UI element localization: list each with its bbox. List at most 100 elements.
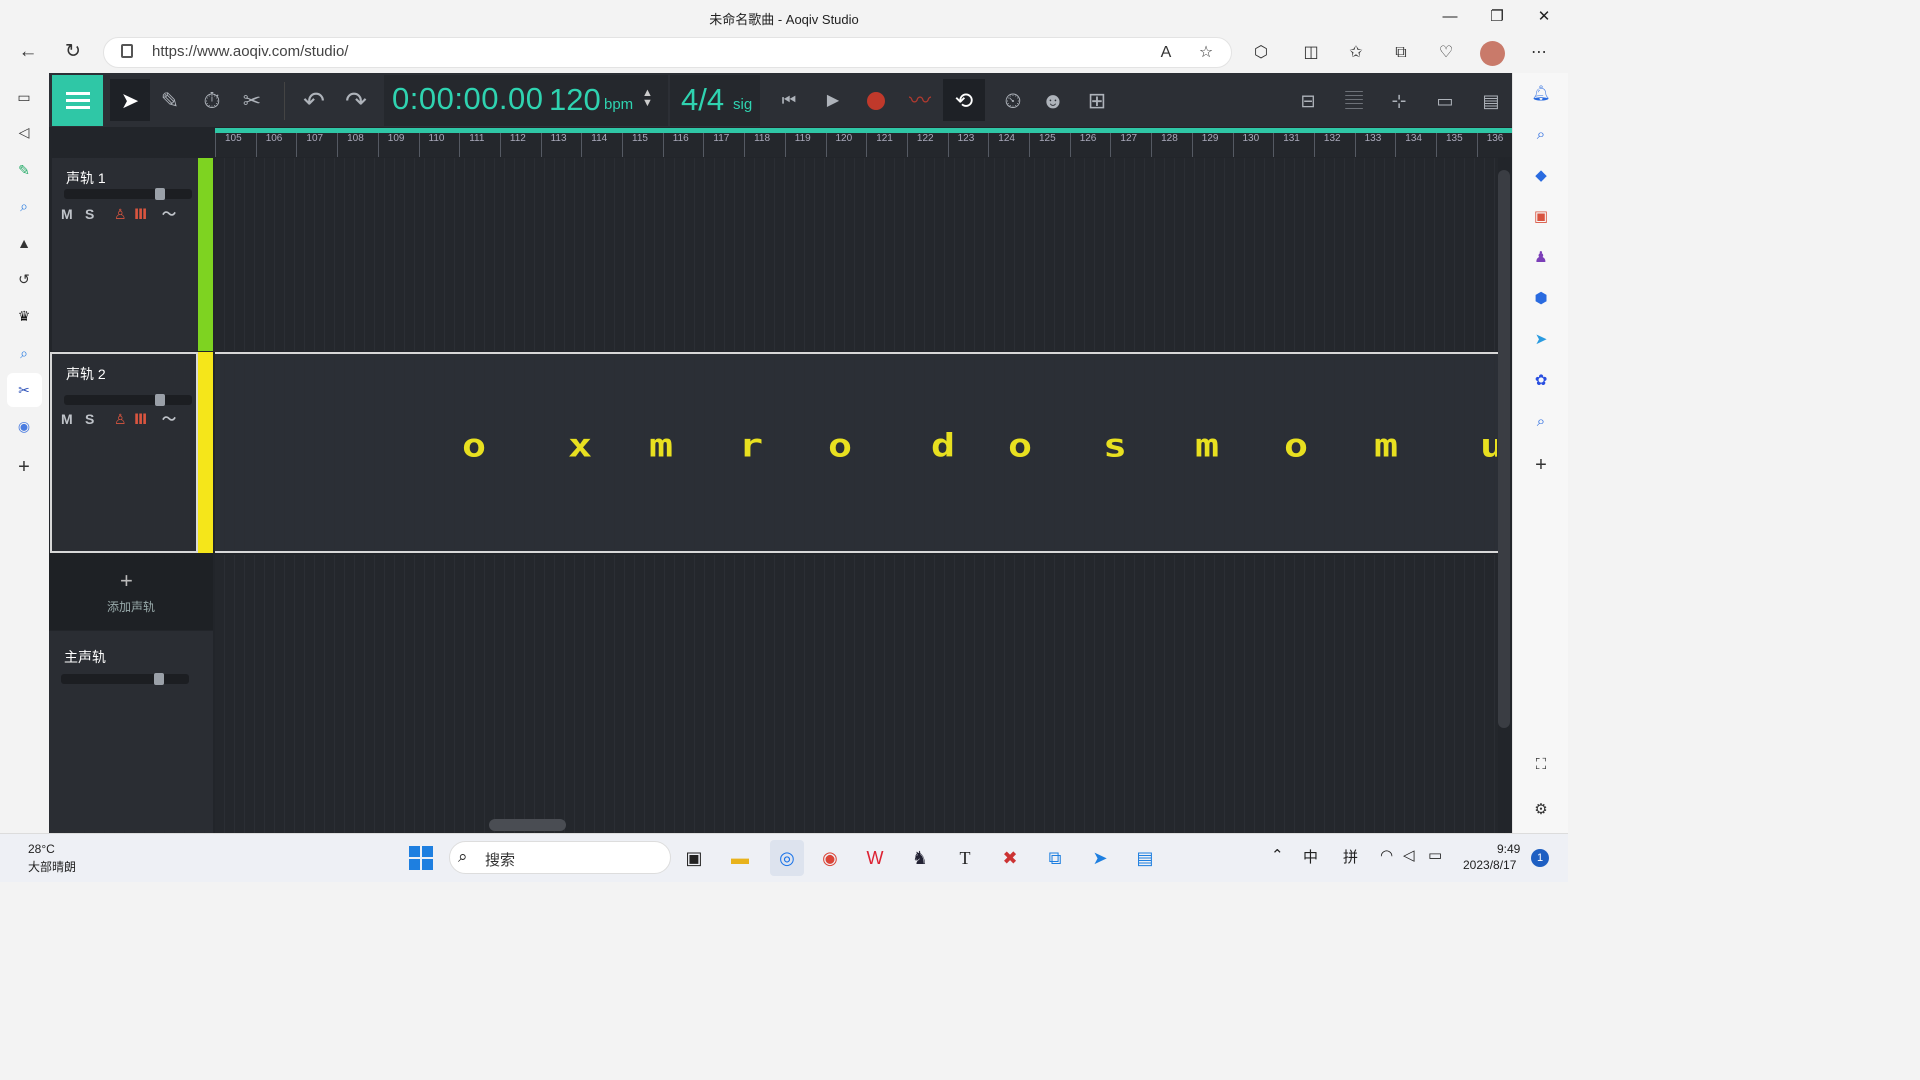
trash-icon[interactable]: ▤ [1474,84,1508,118]
collections-icon[interactable]: ⧉ [1386,38,1416,68]
extensions-icon[interactable]: ⬡ [1246,38,1276,68]
automation-icon[interactable]: 〰 [903,84,937,118]
taskbar-search-placeholder[interactable]: 搜索 [485,849,515,870]
edge-browser-icon[interactable]: ◎ [772,843,802,873]
voice-icon[interactable]: ☻ [1036,84,1070,118]
office-icon[interactable]: ⬢ [1527,285,1555,313]
undo-icon[interactable]: ↶ [297,84,331,118]
note-glyph[interactable]: u [1480,430,1497,462]
track-lane[interactable] [215,158,1498,351]
note-glyph[interactable]: m [1374,430,1398,462]
note-glyph[interactable]: o [828,430,852,462]
snap-icon[interactable]: ⊹ [1382,84,1416,118]
search-icon[interactable]: ⌕ [10,192,38,220]
ime-mode[interactable]: 拼 [1343,846,1358,867]
refresh-icon[interactable]: ↻ [58,37,88,67]
note-glyph[interactable]: d [931,430,955,462]
app-icon[interactable]: ➤ [1085,843,1115,873]
search-icon[interactable]: ⌕ [10,339,38,367]
piano-icon[interactable]: Ⅲ [134,411,147,428]
note-glyph[interactable]: m [1195,430,1219,462]
mixer-icon[interactable]: ⊞ [1080,84,1114,118]
tab-actions-icon[interactable]: ▭ [10,83,38,111]
app-icon[interactable]: ⧉ [1040,843,1070,873]
shopping-tag-icon[interactable]: ◆ [1527,162,1555,190]
master-volume-slider[interactable] [61,673,189,685]
automation-curve-icon[interactable]: 〜 [162,409,176,429]
bpm-value[interactable]: 120 [549,82,601,118]
read-aloud-icon[interactable]: A [1151,38,1181,68]
sidebar-app-icon[interactable]: ▲ [10,229,38,257]
pointer-tool-icon[interactable]: ➤ [113,84,147,118]
note-glyph[interactable]: s [1103,430,1127,462]
sidebar-app-icon[interactable]: ♛ [10,302,38,330]
pencil-tool-icon[interactable]: ✎ [153,84,187,118]
redo-icon[interactable]: ↷ [339,84,373,118]
split-screen-icon[interactable]: ◫ [1296,38,1326,68]
aoqiv-studio-icon[interactable]: ✂ [10,376,38,404]
skip-to-start-icon[interactable]: ⏮ [772,84,806,118]
weather-description[interactable]: 大部晴朗 [28,858,76,875]
note-glyph[interactable]: o [462,430,486,462]
microphone-icon[interactable]: ♙ [114,206,127,223]
games-icon[interactable]: ♟ [1527,244,1555,272]
weather-temperature[interactable]: 28°C [28,842,55,856]
speaker-icon[interactable]: ◁ [10,118,38,146]
loop-icon[interactable]: ⟲ [947,84,981,118]
track-header[interactable]: 声轨 1 M S ♙ Ⅲ 〜 [52,158,198,351]
note-glyph[interactable]: m [649,430,673,462]
favorites-icon[interactable]: ✩ [1341,38,1371,68]
record-icon[interactable] [867,92,885,110]
search-icon[interactable]: ⌕ [1527,408,1555,436]
sidebar-app-icon[interactable]: ◉ [10,412,38,440]
scissors-tool-icon[interactable]: ✂ [235,84,269,118]
more-menu-icon[interactable]: ⋯ [1524,38,1554,68]
add-instrument-icon[interactable]: ▭ [1428,84,1462,118]
close-button[interactable]: ✕ [1533,6,1555,28]
wps-icon[interactable]: W [860,843,890,873]
task-view-icon[interactable]: ▣ [679,843,709,873]
microphone-icon[interactable]: ♙ [114,411,127,428]
favorite-star-icon[interactable]: ☆ [1191,38,1221,68]
volume-slider[interactable] [64,394,192,406]
volume-icon[interactable]: ◁ [1403,846,1415,864]
performance-icon[interactable]: ♡ [1431,38,1461,68]
automation-curve-icon[interactable]: 〜 [162,204,176,224]
toolbox-icon[interactable]: ▣ [1527,203,1555,231]
timeline-ruler[interactable]: 105 106 107 108 109 110 111 112 113 114 115 116 117 1… [215,133,1512,157]
volume-slider[interactable] [64,188,192,200]
send-icon[interactable]: ➤ [1527,326,1555,354]
app-icon[interactable]: ✖ [995,843,1025,873]
add-track-label[interactable]: 添加声轨 [107,598,155,615]
maximize-button[interactable]: ❐ [1486,6,1508,28]
note-glyph[interactable]: r [739,430,763,462]
play-icon[interactable]: ▶ [816,84,850,118]
volume-knob[interactable] [155,394,165,406]
track-name[interactable]: 声轨 2 [66,364,106,384]
note-clips[interactable]: oxmrodosmomu [462,428,1497,464]
chrome-icon[interactable]: ◉ [815,843,845,873]
battery-icon[interactable]: ▭ [1428,846,1442,864]
note-glyph[interactable]: x [568,430,592,462]
timer-tool-icon[interactable]: ⏱ [195,84,229,118]
time-signature-value[interactable]: 4/4 [681,82,724,118]
master-track-header[interactable]: 主声轨 [49,631,213,833]
tray-chevron-icon[interactable]: ⌃ [1271,846,1284,864]
settings-gear-icon[interactable]: ⚙ [1527,796,1555,824]
panel-icon[interactable]: ⊟ [1291,84,1325,118]
baidu-icon[interactable]: ✿ [1527,367,1555,395]
taskbar-search[interactable] [449,841,671,874]
clock-date[interactable]: 2023/8/17 [1463,858,1516,872]
piano-icon[interactable]: Ⅲ [134,206,147,223]
mute-button[interactable]: M [61,411,73,427]
screenshot-icon[interactable]: ⛶ [1527,751,1555,779]
ime-language[interactable]: 中 [1303,846,1318,867]
add-track-icon[interactable]: + [120,568,133,594]
notepad-icon[interactable]: ▤ [1130,843,1160,873]
minimize-button[interactable]: — [1439,6,1461,28]
mute-button[interactable]: M [61,206,73,222]
piano-roll-icon[interactable]: 𝄚 [1337,84,1371,118]
vertical-scrollbar[interactable] [1498,170,1510,728]
profile-avatar[interactable] [1480,41,1505,66]
back-icon[interactable]: ← [13,37,43,67]
